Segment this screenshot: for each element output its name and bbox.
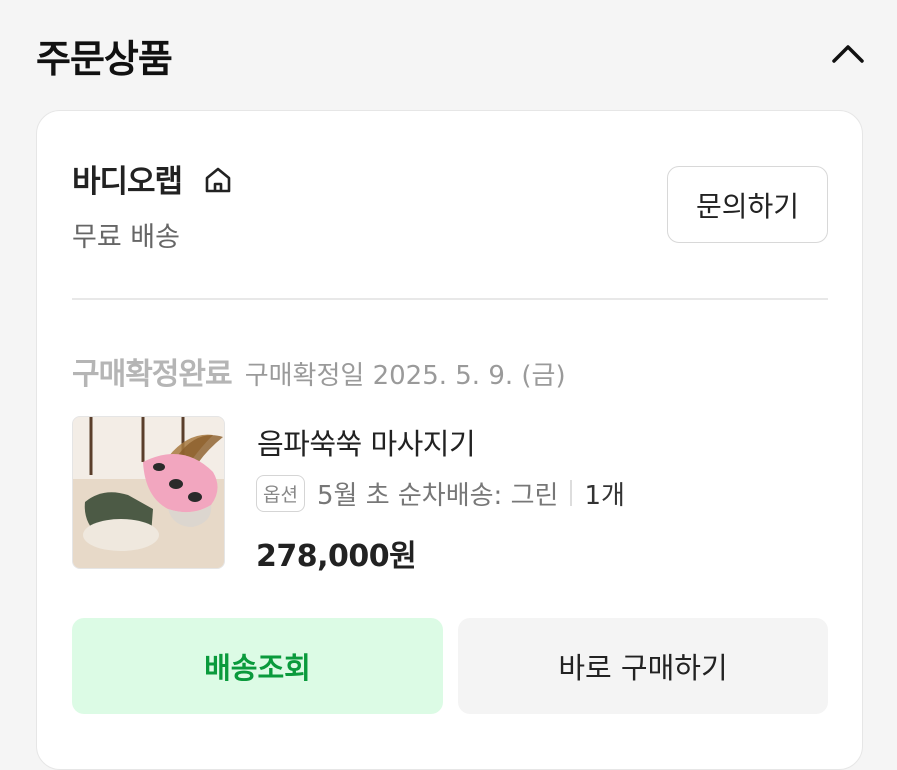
option-separator <box>570 480 573 506</box>
seller-name[interactable]: 바디오랩 <box>72 156 183 201</box>
order-status-row: 구매확정완료 구매확정일 2025. 5. 9. (금) <box>72 349 566 393</box>
product-price: 278,000원 <box>256 539 417 574</box>
divider <box>72 298 828 300</box>
order-card: 바디오랩 무료 배송 문의하기 구매확정완료 구매확정일 2025. 5. 9.… <box>36 110 863 770</box>
buy-again-button[interactable]: 바로 구매하기 <box>458 618 828 714</box>
chevron-up-icon <box>832 45 864 63</box>
inquiry-button[interactable]: 문의하기 <box>667 166 828 243</box>
order-status: 구매확정완료 <box>72 357 233 392</box>
confirm-date: 구매확정일 2025. 5. 9. (금) <box>244 361 566 391</box>
option-text: 5월 초 순차배송: 그린 <box>316 480 559 511</box>
shipping-info: 무료 배송 <box>72 222 180 253</box>
product-option-row: 옵션 5월 초 순차배송: 그린 1개 <box>256 473 625 513</box>
quantity: 1개 <box>584 480 625 511</box>
order-items-header: 주문상품 <box>0 0 897 108</box>
product-image[interactable] <box>72 416 225 569</box>
section-title: 주문상품 <box>36 37 173 81</box>
home-icon[interactable] <box>202 164 234 196</box>
collapse-button[interactable] <box>826 32 870 76</box>
product-name[interactable]: 음파쑥쑥 마사지기 <box>257 421 476 463</box>
option-badge: 옵션 <box>256 474 305 512</box>
track-delivery-button[interactable]: 배송조회 <box>72 618 443 714</box>
